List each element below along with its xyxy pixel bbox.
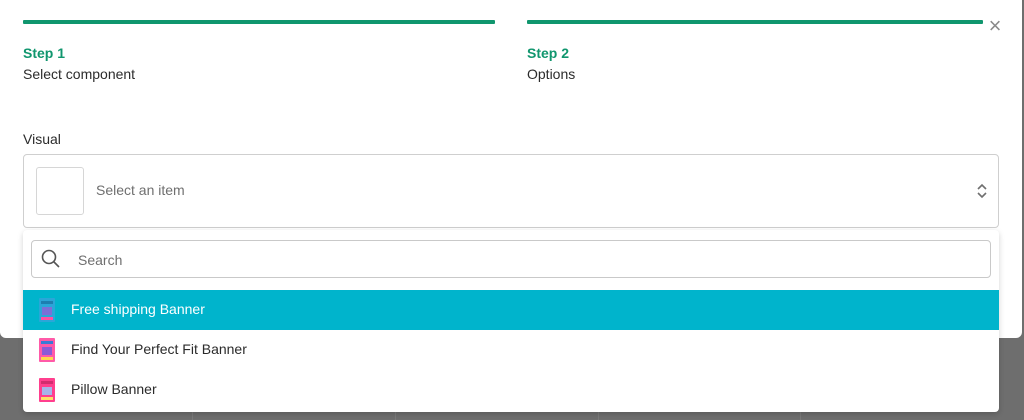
option-pillow-banner[interactable]: Pillow Banner (23, 370, 999, 410)
step-2-number: Step 2 (527, 45, 570, 61)
step-2: Step 2 Options (527, 20, 983, 83)
option-label: Pillow Banner (71, 381, 157, 397)
option-label: Find Your Perfect Fit Banner (71, 341, 247, 357)
banner-thumbnail-icon (39, 378, 55, 402)
option-find-your-perfect-fit-banner[interactable]: Find Your Perfect Fit Banner (23, 330, 999, 370)
visual-select[interactable]: Select an item (23, 154, 999, 228)
chevron-up-down-icon (977, 183, 987, 199)
visual-select-placeholder: Select an item (96, 182, 185, 198)
search-field[interactable] (31, 240, 991, 278)
step-1-name: Select component (23, 66, 136, 82)
step-1-progress-bar (23, 20, 495, 24)
option-label: Free shipping Banner (71, 301, 205, 317)
option-free-shipping-banner[interactable]: Free shipping Banner (23, 290, 999, 330)
close-icon[interactable]: × (986, 15, 1004, 37)
step-1-number: Step 1 (23, 45, 66, 61)
search-icon (41, 249, 60, 268)
search-input[interactable] (76, 248, 960, 272)
step-1: Step 1 Select component (23, 20, 495, 83)
visual-field-label: Visual (23, 131, 61, 147)
step-2-progress-bar (527, 20, 983, 24)
visual-dropdown-menu: Free shipping Banner Find Your Perfect F… (23, 230, 999, 412)
visual-thumbnail-placeholder (36, 167, 84, 215)
step-2-name: Options (527, 66, 576, 82)
banner-thumbnail-icon (39, 298, 55, 322)
banner-thumbnail-icon (39, 338, 55, 362)
